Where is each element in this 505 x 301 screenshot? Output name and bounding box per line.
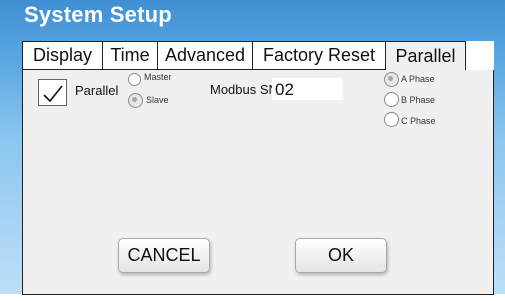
modbus-sn-label: Modbus SN	[210, 82, 278, 97]
c-phase-radio-label: C Phase	[401, 116, 436, 126]
master-radio[interactable]	[128, 73, 141, 86]
cancel-button[interactable]: CANCEL	[118, 238, 210, 273]
modbus-sn-input[interactable]	[272, 78, 343, 100]
slave-radio[interactable]	[128, 93, 143, 108]
c-phase-radio[interactable]	[384, 112, 399, 127]
window-title: System Setup	[24, 2, 172, 27]
parallel-checkbox[interactable]	[38, 79, 67, 106]
slave-radio-label: Slave	[146, 95, 169, 105]
ok-button[interactable]: OK	[295, 238, 387, 273]
parallel-checkbox-label: Parallel	[75, 83, 119, 98]
a-phase-radio-label: A Phase	[401, 74, 435, 84]
tab-time[interactable]: Time	[102, 41, 158, 70]
tab-parallel[interactable]: Parallel	[385, 41, 466, 71]
bottom-strip	[0, 294, 505, 301]
a-phase-radio[interactable]	[384, 72, 399, 87]
b-phase-radio[interactable]	[384, 92, 399, 107]
tab-advanced[interactable]: Advanced	[157, 41, 253, 70]
master-radio-label: Master	[144, 72, 172, 82]
checkmark-icon	[43, 85, 63, 103]
tab-factory-reset[interactable]: Factory Reset	[252, 41, 386, 70]
b-phase-radio-label: B Phase	[401, 95, 436, 105]
tab-display[interactable]: Display	[22, 41, 103, 70]
